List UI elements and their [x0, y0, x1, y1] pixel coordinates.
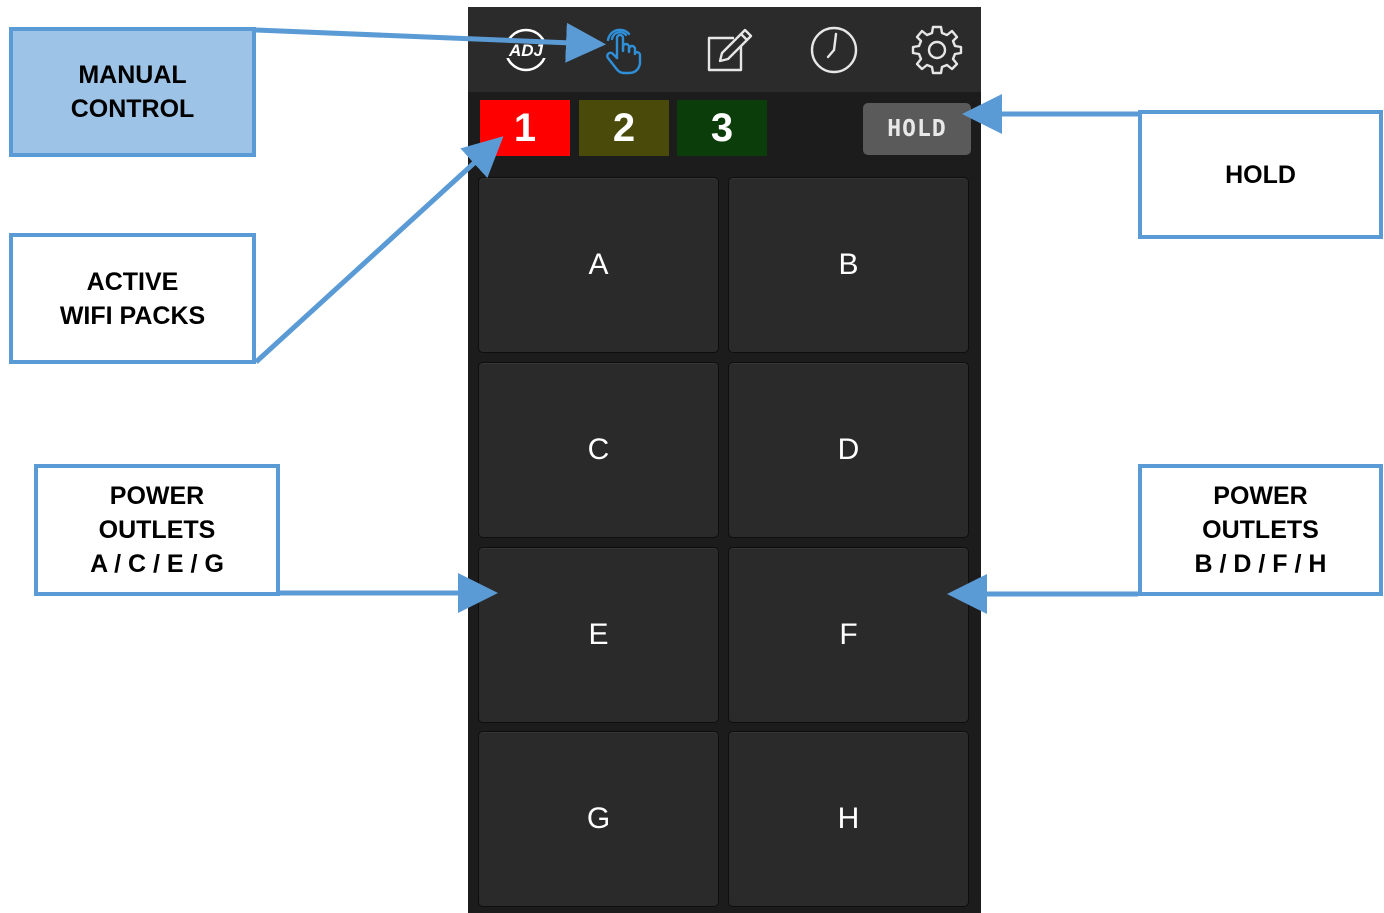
wifi-pack-2-label: 2: [612, 105, 636, 150]
outlet-f-label: F: [839, 618, 858, 651]
manual-control-callout: MANUAL CONTROL: [9, 27, 256, 157]
wifi-pack-1-button[interactable]: 1: [480, 100, 570, 156]
wifi-packs-arrow: [254, 136, 504, 364]
outlet-d-button[interactable]: D: [728, 362, 969, 538]
outlet-h-label: H: [837, 802, 860, 835]
touch-hand-icon[interactable]: [593, 24, 649, 76]
outlet-e-button[interactable]: E: [478, 547, 719, 723]
adj-logo-text: ADJ: [508, 41, 544, 60]
edit-icon[interactable]: [701, 24, 757, 76]
outlet-d-label: D: [837, 433, 860, 466]
outlet-g-button[interactable]: G: [478, 731, 719, 907]
top-toolbar: ADJ: [468, 7, 981, 92]
active-wifi-packs-callout: ACTIVE WIFI PACKS: [9, 233, 256, 364]
wifi-pack-1-label: 1: [513, 105, 537, 150]
outlet-g-label: G: [586, 802, 611, 835]
adj-logo-icon[interactable]: ADJ: [498, 24, 554, 76]
wifi-pack-3-label: 3: [710, 105, 734, 150]
power-outlets-left-callout: POWER OUTLETS A / C / E / G: [34, 464, 280, 596]
outlet-b-label: B: [838, 248, 859, 281]
outlet-a-button[interactable]: A: [478, 177, 719, 353]
wifi-pack-3-button[interactable]: 3: [677, 100, 767, 156]
power-outlets-right-callout: POWER OUTLETS B / D / F / H: [1138, 464, 1383, 596]
outlet-a-label: A: [588, 248, 609, 281]
outlet-c-button[interactable]: C: [478, 362, 719, 538]
wifi-pack-row: 1 2 3 HOLD: [468, 92, 981, 162]
gear-icon[interactable]: [909, 24, 965, 76]
outlet-b-button[interactable]: B: [728, 177, 969, 353]
outlet-c-label: C: [587, 433, 610, 466]
hold-button[interactable]: HOLD: [863, 103, 971, 155]
outlet-f-button[interactable]: F: [728, 547, 969, 723]
hold-callout: HOLD: [1138, 110, 1383, 239]
app-screen: ADJ 1 2 3 HOLD A B C D E F G H: [468, 7, 981, 913]
outlet-h-button[interactable]: H: [728, 731, 969, 907]
clock-icon[interactable]: [806, 24, 862, 76]
wifi-pack-2-button[interactable]: 2: [579, 100, 669, 156]
outlet-e-label: E: [588, 618, 609, 651]
